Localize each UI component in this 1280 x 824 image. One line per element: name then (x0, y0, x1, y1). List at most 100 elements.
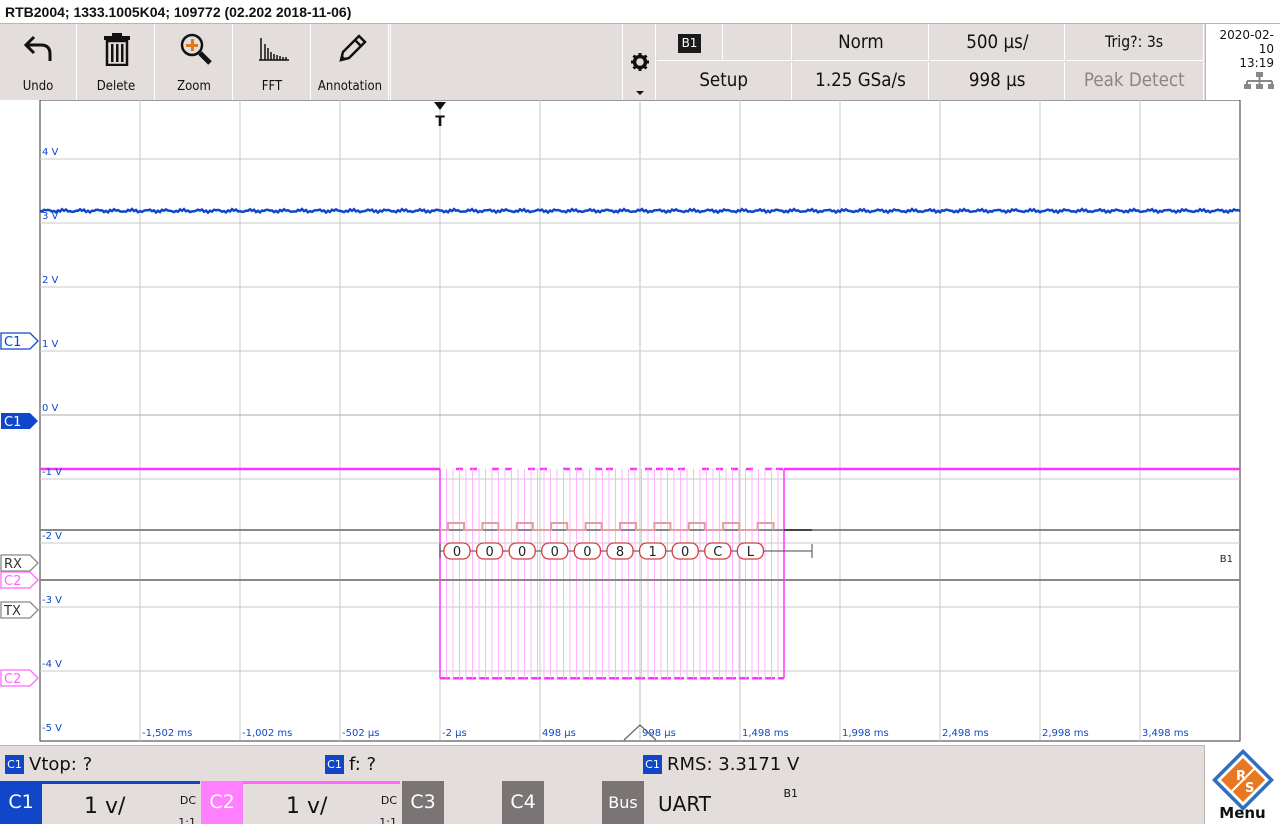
grid (39, 100, 1241, 742)
zoom-button[interactable]: Zoom (156, 24, 233, 100)
bus-label: B1 (1220, 554, 1233, 565)
measurement-label: f: ? (349, 753, 377, 775)
menu-button[interactable]: R S Menu (1204, 745, 1280, 824)
settings-button[interactable] (622, 24, 656, 100)
time-label: 1,498 ms (742, 728, 789, 739)
channel-c2-block[interactable]: C2 1 v/ DC 1:1 (201, 781, 400, 824)
volt-label: 4 V (42, 147, 59, 158)
measurement-bar: C1 Vtop: ? C1 f: ? C1 RMS: 3.3171 V (0, 745, 1280, 781)
volt-label: 2 V (42, 275, 59, 286)
setup-button[interactable]: Setup (657, 62, 792, 100)
zoom-icon (180, 33, 212, 65)
measurement-source: C1 (643, 754, 662, 774)
marker-c2-trigger[interactable]: C2 (0, 571, 39, 589)
marker-c1-trigger[interactable]: C1 (0, 332, 39, 350)
marker-c1-trigger-label: C1 (4, 335, 21, 350)
trigger-status[interactable]: Trig?: 3s (1066, 24, 1204, 61)
undo-button[interactable]: Undo (0, 24, 77, 100)
measurement-label: Vtop: ? (29, 753, 93, 775)
time-label: 2,498 ms (942, 728, 989, 739)
time-label: 998 µs (642, 728, 676, 739)
zoom-label: Zoom (177, 79, 211, 94)
toolbar-spacer (390, 24, 622, 100)
window-title: RTB2004; 1333.1005K04; 109772 (02.202 20… (0, 0, 1280, 24)
bus-extra-cell[interactable] (722, 24, 792, 61)
horizontal-position[interactable]: 998 µs (930, 62, 1065, 100)
time-label: -502 µs (342, 728, 379, 739)
marker-tx-label: TX (3, 604, 21, 619)
marker-rx-label: RX (4, 557, 22, 572)
time-label: 2,998 ms (1042, 728, 1089, 739)
annotation-label: Annotation (317, 79, 383, 94)
channel-c2-name: C2 (201, 781, 243, 824)
acquisition-mode[interactable]: Peak Detect (1066, 62, 1204, 100)
marker-c2-trigger-label: C2 (4, 574, 21, 589)
channel-c1-block[interactable]: C1 1 v/ DC 1:1 (0, 781, 200, 824)
volt-label: 0 V (42, 403, 59, 414)
bus-byte-value: 1 (648, 545, 656, 560)
bus-block[interactable]: Bus UART B1 (602, 781, 802, 824)
bus-byte-value: 0 (583, 545, 591, 560)
volt-label: 1 V (42, 339, 59, 350)
datetime: 2020-02-10 13:19 (1205, 24, 1280, 100)
fft-label: FFT (261, 79, 283, 94)
bus-badge: B1 (678, 34, 701, 53)
bus-name: Bus (602, 781, 644, 824)
volt-label: -5 V (42, 723, 62, 734)
trigger-position-marker: T (435, 114, 445, 130)
bus-byte-value: L (747, 545, 755, 560)
channel-c1-scale: 1 v/ (84, 794, 126, 819)
bus-byte-value: 0 (551, 545, 559, 560)
channel-c1-coupling: DC 1:1 (178, 794, 196, 824)
delete-button[interactable]: Delete (78, 24, 155, 100)
channel-bar: C1 1 v/ DC 1:1 C2 1 v/ DC 1:1 C3 C4 Bus … (0, 781, 1280, 824)
measurement-label: RMS: 3.3171 V (667, 753, 800, 775)
waveform-display[interactable]: 0 0 0 0 0 8 1 0 C L 4 V 3 V 2 V 1 V 0 V -1 V -2 V -3 V -4… (0, 100, 1280, 745)
annotation-button[interactable]: Annotation (312, 24, 389, 100)
marker-rx[interactable]: RX (0, 554, 39, 572)
undo-icon (23, 35, 52, 61)
bus-protocol: UART (658, 792, 711, 816)
dropdown-arrow-icon (636, 91, 644, 95)
volt-label: -2 V (42, 531, 62, 542)
channel-markers[interactable]: C1 C1 RX C2 TX C2 (0, 332, 39, 687)
setup-label: Setup (699, 69, 749, 91)
pencil-icon (339, 34, 367, 62)
volt-label: -3 V (42, 595, 62, 606)
measurement-frequency[interactable]: C1 f: ? (325, 752, 376, 776)
bus-byte-value: C (713, 545, 722, 560)
volt-label: -1 V (42, 467, 62, 478)
timebase[interactable]: 500 µs/ (930, 24, 1065, 61)
channel-c3-block[interactable]: C3 (402, 781, 500, 824)
measurement-source: C1 (325, 754, 344, 774)
delete-label: Delete (96, 79, 136, 94)
fft-button[interactable]: FFT (234, 24, 311, 100)
time: 13:19 (1239, 56, 1274, 70)
time-label: 498 µs (542, 728, 576, 739)
date: 2020-02-10 (1219, 28, 1274, 56)
marker-c1[interactable]: C1 (1, 413, 38, 430)
channel-c3-name: C3 (402, 781, 444, 824)
menu-label: Menu (1219, 804, 1266, 822)
trigger-mode[interactable]: Norm (793, 24, 929, 61)
measurement-rms[interactable]: C1 RMS: 3.3171 V (643, 752, 799, 776)
bus-byte-value: 8 (616, 545, 624, 560)
network-icon (1244, 72, 1274, 89)
gear-icon (631, 53, 649, 71)
channel-c4-block[interactable]: C4 (502, 781, 600, 824)
marker-c2[interactable]: C2 (0, 669, 39, 687)
time-label: 3,498 ms (1142, 728, 1189, 739)
marker-c2-label: C2 (4, 672, 21, 687)
bus-byte-value: 0 (485, 545, 493, 560)
waveform-canvas[interactable]: 0 0 0 0 0 8 1 0 C L 4 V 3 V 2 V 1 V 0 V -1 V -2 V -3 V -4… (0, 100, 1280, 745)
logo-letter-s: S (1245, 781, 1254, 796)
channel-c4-name: C4 (502, 781, 544, 824)
measurement-vtop[interactable]: C1 Vtop: ? (5, 752, 92, 776)
fft-icon (259, 38, 289, 61)
marker-tx[interactable]: TX (0, 601, 39, 619)
volt-label: 3 V (42, 211, 59, 222)
channel-c2-scale: 1 v/ (286, 794, 328, 819)
bus-byte-value: 0 (453, 545, 461, 560)
sample-rate[interactable]: 1.25 GSa/s (793, 62, 929, 100)
time-label: -2 µs (442, 728, 467, 739)
